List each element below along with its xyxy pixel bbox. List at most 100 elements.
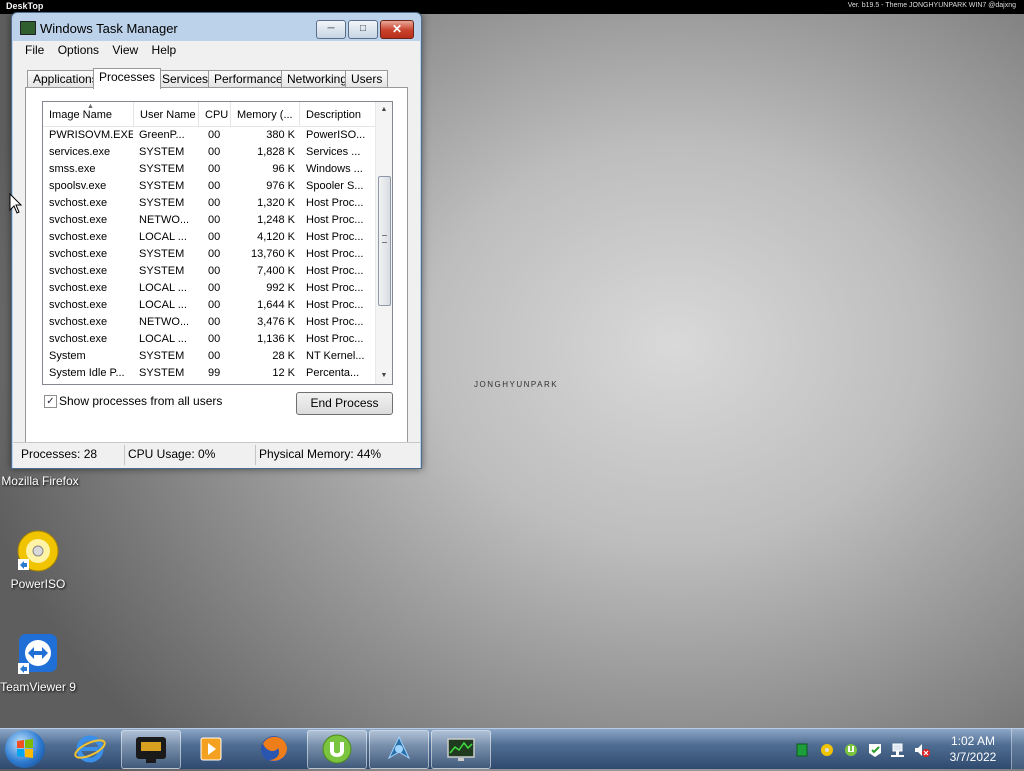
image-name-cell: PWRISOVM.EXE: [49, 129, 133, 141]
description-cell: Host Proc...: [306, 248, 364, 260]
menu-help[interactable]: Help: [150, 41, 185, 57]
column-memory[interactable]: Memory (...: [231, 102, 300, 126]
table-row[interactable]: smss.exe SYSTEM 00 96 K Windows ...: [43, 161, 376, 178]
processes-panel: ▲ Image Name User Name CPU Memory (... D…: [25, 87, 408, 446]
desktop-icon-poweriso[interactable]: PowerISO: [0, 529, 78, 591]
menu-view[interactable]: View: [110, 41, 146, 57]
scroll-up-icon[interactable]: ▲: [376, 102, 392, 118]
taskbar-utorrent[interactable]: [307, 730, 367, 769]
cpu-cell: 00: [208, 197, 221, 209]
tab-networking[interactable]: Networking: [281, 70, 354, 88]
table-row[interactable]: svchost.exe SYSTEM 00 13,760 K Host Proc...: [43, 246, 376, 263]
scroll-down-icon[interactable]: ▼: [376, 368, 392, 384]
table-row[interactable]: PWRISOVM.EXE GreenP... 00 380 K PowerISO...: [43, 127, 376, 144]
table-row[interactable]: svchost.exe LOCAL ... 00 1,644 K Host Proc..…: [43, 297, 376, 314]
user-name-cell: SYSTEM: [139, 146, 185, 158]
task-manager-icon: [447, 738, 475, 761]
user-name-cell: SYSTEM: [139, 197, 185, 209]
network-icon[interactable]: [891, 743, 904, 757]
image-name-cell: svchost.exe: [49, 333, 108, 345]
poweriso-tray-icon[interactable]: [821, 744, 833, 756]
description-cell: Host Proc...: [306, 282, 364, 294]
menu-options[interactable]: Options: [56, 41, 107, 57]
desktop-icon-label: PowerISO: [10, 577, 66, 591]
taskbar-game[interactable]: [369, 730, 429, 769]
close-button[interactable]: ✕: [380, 20, 414, 39]
tab-users[interactable]: Users: [345, 70, 389, 88]
column-description[interactable]: Description: [300, 102, 376, 126]
description-cell: Percenta...: [306, 367, 360, 379]
column-cpu[interactable]: CPU: [199, 102, 231, 126]
menu-file[interactable]: File: [13, 41, 52, 57]
green-square-icon[interactable]: [796, 743, 808, 757]
cpu-cell: 00: [208, 214, 221, 226]
taskbar-video-capture[interactable]: [121, 730, 181, 769]
vertical-scrollbar[interactable]: ▲ ▼: [375, 102, 392, 384]
memory-cell: 1,828 K: [257, 146, 295, 158]
table-row[interactable]: System Idle P... SYSTEM 99 12 K Percenta...: [43, 365, 376, 382]
table-row[interactable]: svchost.exe LOCAL ... 00 1,136 K Host Proc..…: [43, 331, 376, 348]
checkmark-icon[interactable]: ✓: [44, 395, 57, 408]
process-rows: PWRISOVM.EXE GreenP... 00 380 K PowerISO... s…: [43, 127, 376, 382]
game-icon: [387, 735, 411, 760]
tab-services[interactable]: Services: [156, 70, 215, 88]
table-row[interactable]: svchost.exe LOCAL ... 00 4,120 K Host Proc..…: [43, 229, 376, 246]
memory-cell: 4,120 K: [257, 231, 295, 243]
process-list[interactable]: ▲ Image Name User Name CPU Memory (... D…: [42, 101, 393, 385]
volume-muted-icon[interactable]: [915, 744, 930, 757]
cpu-cell: 00: [208, 350, 221, 362]
user-name-cell: SYSTEM: [139, 350, 185, 362]
clock-date: 3/7/2022: [949, 750, 997, 764]
table-row[interactable]: spoolsv.exe SYSTEM 00 976 K Spooler S...: [43, 178, 376, 195]
tab-processes[interactable]: Processes: [93, 68, 162, 89]
image-name-cell: System: [49, 350, 86, 362]
tab-performance[interactable]: Performance: [208, 70, 289, 88]
user-name-cell: NETWO...: [139, 214, 190, 226]
description-cell: Windows ...: [306, 163, 363, 175]
show-desktop-button[interactable]: [1011, 729, 1024, 769]
utorrent-icon: [322, 734, 352, 764]
taskbar-clock[interactable]: 1:02 AM 3/7/2022: [940, 733, 1006, 765]
column-user-name[interactable]: User Name: [134, 102, 199, 126]
title-bar[interactable]: Windows Task Manager ─ □ ✕: [12, 13, 421, 41]
taskbar-task-manager[interactable]: [431, 730, 491, 769]
user-name-cell: LOCAL ...: [139, 299, 187, 311]
table-row[interactable]: System SYSTEM 00 28 K NT Kernel...: [43, 348, 376, 365]
utorrent-tray-icon[interactable]: [845, 744, 857, 756]
window-title: Windows Task Manager: [40, 21, 178, 36]
minimize-button[interactable]: ─: [316, 20, 346, 39]
user-name-cell: GreenP...: [139, 129, 185, 141]
table-row[interactable]: svchost.exe LOCAL ... 00 992 K Host Proc...: [43, 280, 376, 297]
description-cell: NT Kernel...: [306, 350, 365, 362]
table-row[interactable]: svchost.exe SYSTEM 00 7,400 K Host Proc...: [43, 263, 376, 280]
scroll-thumb[interactable]: [378, 176, 391, 306]
windows-start-icon[interactable]: [5, 730, 45, 768]
desktop-icon-teamviewer[interactable]: TeamViewer 9: [0, 632, 78, 694]
status-divider: [124, 445, 125, 465]
desktop-icon-firefox[interactable]: Mozilla Firefox: [0, 474, 80, 488]
end-process-button[interactable]: End Process: [296, 392, 393, 415]
action-center-icon[interactable]: [869, 744, 881, 757]
desktop-icon-label: TeamViewer 9: [0, 680, 76, 694]
image-name-cell: svchost.exe: [49, 282, 108, 294]
maximize-button[interactable]: □: [348, 20, 378, 39]
taskbar-internet-explorer[interactable]: [61, 730, 119, 767]
status-bar: Processes: 28 CPU Usage: 0% Physical Mem…: [13, 442, 420, 468]
memory-cell: 1,248 K: [257, 214, 295, 226]
description-cell: PowerISO...: [306, 129, 366, 141]
taskbar-firefox[interactable]: [245, 730, 303, 767]
table-row[interactable]: services.exe SYSTEM 00 1,828 K Services ...: [43, 144, 376, 161]
table-row[interactable]: svchost.exe SYSTEM 00 1,320 K Host Proc...: [43, 195, 376, 212]
table-row[interactable]: svchost.exe NETWO... 00 1,248 K Host Proc...: [43, 212, 376, 229]
cpu-cell: 00: [208, 180, 221, 192]
table-row[interactable]: svchost.exe NETWO... 00 3,476 K Host Proc...: [43, 314, 376, 331]
user-name-cell: SYSTEM: [139, 265, 185, 277]
column-image-name[interactable]: Image Name: [43, 102, 134, 126]
status-cpu-usage: CPU Usage: 0%: [128, 447, 216, 461]
description-cell: Services ...: [306, 146, 361, 158]
cpu-cell: 00: [208, 163, 221, 175]
teamviewer-icon: [16, 632, 60, 676]
memory-cell: 28 K: [272, 350, 295, 362]
taskbar-media-player[interactable]: [182, 730, 240, 767]
memory-cell: 7,400 K: [257, 265, 295, 277]
